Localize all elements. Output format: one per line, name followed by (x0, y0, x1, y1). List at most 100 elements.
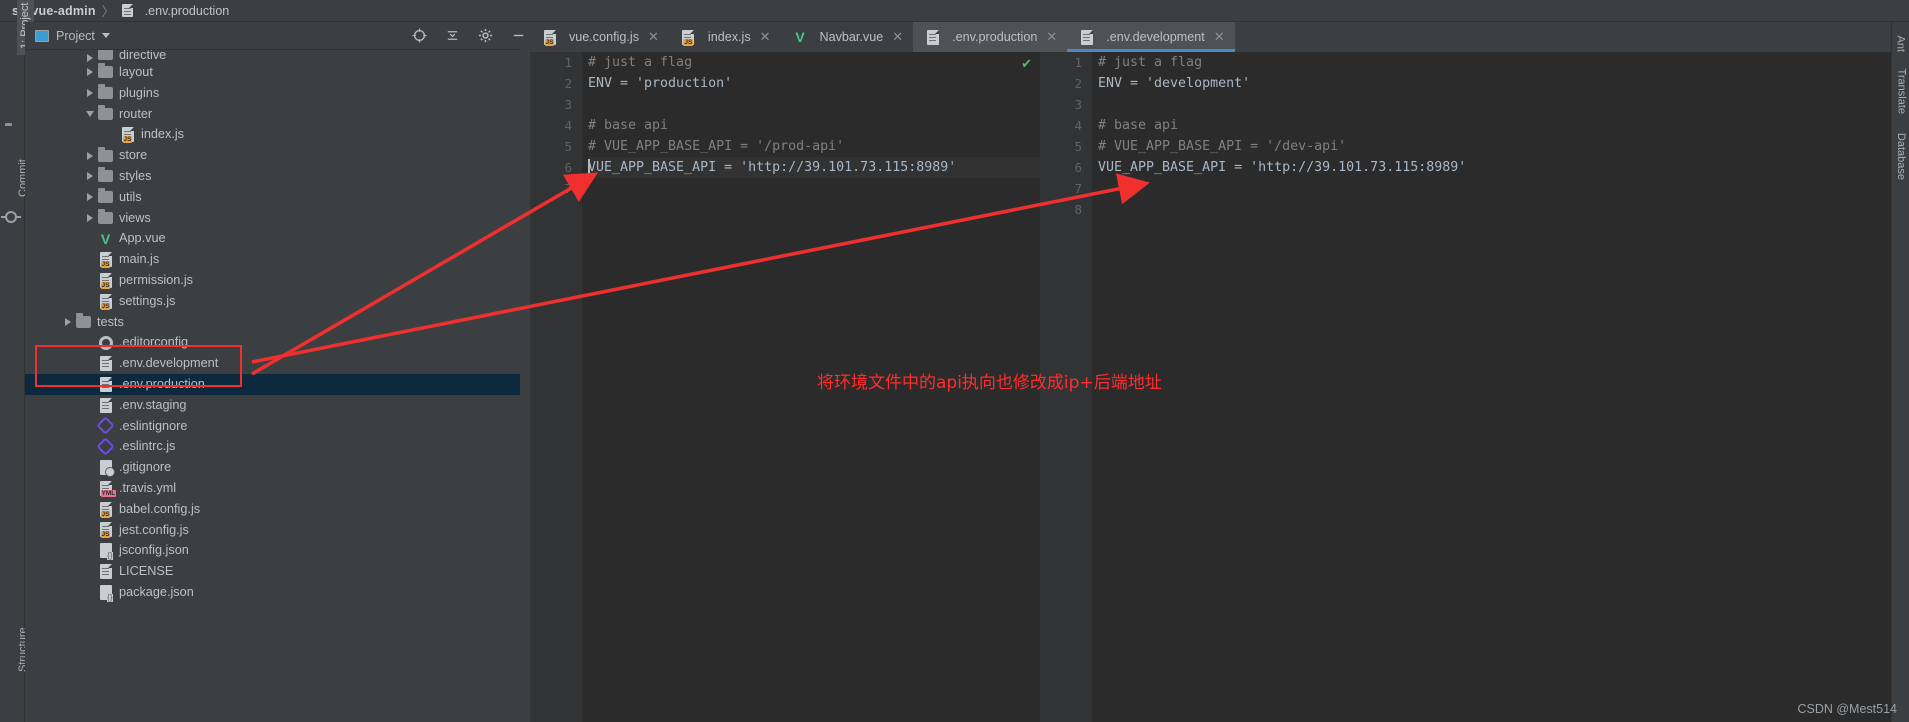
code-line[interactable]: # just a flag (588, 52, 1040, 73)
tree-item-env-production[interactable]: .env.production (25, 374, 520, 395)
tree-item-router[interactable]: router (25, 104, 520, 125)
code-line[interactable] (1098, 199, 1909, 220)
tree-item-plugins[interactable]: plugins (25, 83, 520, 104)
editor-tab-env-production[interactable]: .env.production✕ (913, 22, 1067, 52)
tree-item-permission-js[interactable]: JSpermission.js (25, 270, 520, 291)
code-line[interactable] (588, 94, 1040, 115)
tree-item-eslintignore[interactable]: .eslintignore (25, 416, 520, 437)
code-line[interactable]: VUE_APP_BASE_API = 'http://39.101.73.115… (588, 157, 1040, 178)
tree-item-jsconfig-json[interactable]: jsconfig.json (25, 540, 520, 561)
code-line[interactable]: # just a flag (1098, 52, 1909, 73)
expand-arrow-icon[interactable] (83, 54, 96, 62)
close-icon[interactable]: ✕ (892, 29, 903, 45)
tree-item-store[interactable]: store (25, 145, 520, 166)
code-line[interactable]: VUE_APP_BASE_API = 'http://39.101.73.115… (1098, 157, 1909, 178)
expand-arrow-icon[interactable] (83, 68, 96, 76)
tree-item-utils[interactable]: utils (25, 187, 520, 208)
code-line[interactable]: # base api (1098, 115, 1909, 136)
tree-item-main-js[interactable]: JSmain.js (25, 249, 520, 270)
breadcrumb-file[interactable]: .env.production (145, 4, 230, 18)
code-line[interactable]: # VUE_APP_BASE_API = '/prod-api' (588, 136, 1040, 157)
collapse-all-icon[interactable] (445, 28, 460, 46)
expand-arrow-icon[interactable] (83, 89, 96, 97)
editor-tab-bar[interactable]: JSvue.config.js✕JSindex.js✕VNavbar.vue✕.… (530, 22, 1909, 52)
folder-icon (96, 85, 115, 101)
tab-label: .env.development (1106, 30, 1204, 44)
code-line[interactable]: # VUE_APP_BASE_API = '/dev-api' (1098, 136, 1909, 157)
editor-tab-env-development[interactable]: .env.development ✕ (1067, 22, 1234, 52)
tree-item-jest-config-js[interactable]: JSjest.config.js (25, 520, 520, 541)
tree-item-gitignore[interactable]: .gitignore (25, 457, 520, 478)
gear-icon[interactable] (478, 28, 493, 46)
right-tool-strip: Ant Translate Database (1891, 22, 1909, 722)
folder-icon (74, 314, 93, 330)
tree-item-eslintrc-js[interactable]: .eslintrc.js (25, 436, 520, 457)
tree-item-label: views (119, 212, 151, 225)
breadcrumb: sg-vue-admin 〉 .env.production (0, 0, 1909, 22)
crosshair-target-icon[interactable] (412, 28, 427, 46)
commit-icon[interactable] (5, 211, 17, 223)
gutter-left[interactable]: 1234567 (530, 52, 582, 722)
tree-item-package-json[interactable]: package.json (25, 582, 520, 603)
tab-label: index.js (708, 30, 751, 44)
close-icon[interactable]: ✕ (1214, 29, 1225, 45)
close-icon[interactable]: ✕ (760, 29, 771, 45)
tree-item-label: .env.production (119, 378, 205, 391)
tree-item-label: .editorconfig (119, 336, 188, 349)
code-line[interactable] (588, 178, 1040, 199)
editor-tab-navbar-vue[interactable]: VNavbar.vue✕ (781, 22, 914, 52)
collapse-arrow-icon[interactable] (83, 111, 96, 117)
tree-item-babel-config-js[interactable]: JSbabel.config.js (25, 499, 520, 520)
close-icon[interactable]: ✕ (648, 29, 659, 45)
tree-item-label: layout (119, 66, 153, 79)
tree-item-label: permission.js (119, 274, 193, 287)
tree-item-styles[interactable]: styles (25, 166, 520, 187)
expand-arrow-icon[interactable] (83, 172, 96, 180)
tree-item-editorconfig[interactable]: .editorconfig (25, 332, 520, 353)
gitignore-file-icon (96, 460, 115, 476)
tab-label: vue.config.js (569, 30, 639, 44)
tree-item-label: directive (119, 50, 166, 62)
tree-item-env-staging[interactable]: .env.staging (25, 395, 520, 416)
code-line[interactable]: # base api (588, 115, 1040, 136)
code-area-right[interactable]: # just a flagENV = 'development' # base a… (1098, 52, 1909, 722)
javascript-file-icon: JS (679, 29, 698, 45)
tree-item-directive[interactable]: directive (25, 50, 520, 62)
code-line[interactable]: ENV = 'production' (588, 73, 1040, 94)
tree-item-travis-yml[interactable]: YML.travis.yml (25, 478, 520, 499)
breadcrumb-separator-icon: 〉 (102, 1, 115, 20)
editor-pane-env-development[interactable]: 12345678 # just a flagENV = 'development… (1040, 52, 1909, 722)
sidebar-item-ant[interactable]: Ant (1895, 35, 1907, 52)
sidebar-item-translate[interactable]: Translate (1895, 69, 1907, 114)
tree-item-license[interactable]: LICENSE (25, 561, 520, 582)
javascript-file-icon: JS (96, 293, 115, 309)
expand-arrow-icon[interactable] (83, 193, 96, 201)
project-window-icon (35, 30, 49, 42)
tree-item-label: .env.staging (119, 399, 186, 412)
tree-item-settings-js[interactable]: JSsettings.js (25, 291, 520, 312)
tree-item-views[interactable]: views (25, 208, 520, 229)
chevron-down-icon[interactable] (102, 33, 110, 38)
code-line[interactable] (1098, 94, 1909, 115)
tree-item-index-js[interactable]: JSindex.js (25, 124, 520, 145)
tree-item-layout[interactable]: layout (25, 62, 520, 83)
tree-item-app-vue[interactable]: VApp.vue (25, 228, 520, 249)
tree-item-label: .env.development (119, 357, 218, 370)
tree-item-env-development[interactable]: .env.development (25, 353, 520, 374)
expand-arrow-icon[interactable] (83, 214, 96, 222)
sidebar-item-database[interactable]: Database (1895, 133, 1907, 180)
project-file-tree[interactable]: directivelayoutpluginsrouterJSindex.jsst… (25, 50, 520, 722)
line-number: 7 (1040, 178, 1092, 199)
line-number: 7 (530, 178, 582, 199)
text-file-icon (1077, 29, 1096, 45)
expand-arrow-icon[interactable] (83, 152, 96, 160)
code-line[interactable] (1098, 178, 1909, 199)
editor-tab-vue-config-js[interactable]: JSvue.config.js✕ (530, 22, 669, 52)
editor-tab-index-js[interactable]: JS index.js ✕ (669, 22, 781, 52)
minimize-icon[interactable] (511, 28, 526, 46)
close-icon[interactable]: ✕ (1046, 29, 1057, 45)
code-line[interactable]: ENV = 'development' (1098, 73, 1909, 94)
yaml-file-icon: YML (96, 480, 115, 496)
expand-arrow-icon[interactable] (61, 318, 74, 326)
tree-item-tests[interactable]: tests (25, 312, 520, 333)
